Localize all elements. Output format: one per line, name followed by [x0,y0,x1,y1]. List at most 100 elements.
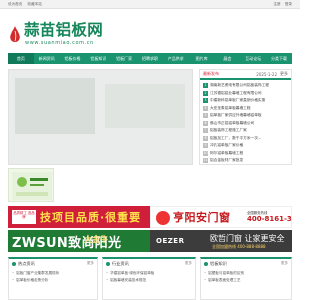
rank-badge: 6 [203,120,208,126]
rank-badge: 8 [203,135,208,141]
register-link[interactable]: 注册 [273,2,280,6]
news-item-title[interactable]: 湖南新艺瓷电有限公司铝板装饰工程 [210,82,269,90]
news-item-title[interactable]: 江苏德铝铝业幕墙工程有限公司 [210,90,262,98]
box-more-link[interactable]: 更多 [87,261,94,266]
ad-row-2: ZWSUN致尚阳光 大金牛 OEZER 欧哲门窗 让家更安全 全国加盟热线 40… [8,230,292,252]
brand-logo-icon [156,211,170,225]
latest-news-panel: 最新发布 2025-1-22 更多 1 湖南新艺瓷电有限公司铝板装饰工程 2 江苏德… [199,69,292,165]
slider-image-placeholder-secondary [105,84,185,128]
list-item[interactable]: 4 大亚圣象铝单板幕墙工程 [203,105,288,113]
news-item-title[interactable]: 佛山市正铝铝单板幕墙公司 [210,120,254,128]
list-item[interactable]: 铝单板表面处理工艺 [204,277,288,284]
ad-banner-zwsun[interactable]: ZWSUN致尚阳光 大金牛 [8,230,150,252]
box-title: 热点资讯 [18,260,35,266]
news-item-title[interactable]: 铝板装饰工程施工厂家 [210,127,247,135]
small-ad-banner[interactable] [8,168,54,202]
news-item-title[interactable]: 大亚圣象铝单板幕墙工程 [210,105,251,113]
box-list: 华建铝单板·绿色环保铝单板 铝板幕墙安装技术规范 [103,268,195,284]
list-item[interactable]: 7 铝板装饰工程施工厂家 [203,127,288,135]
knowledge-box: 铝板知识 更多 铝塑板与铝单板的区别 铝单板表面处理工艺 [200,257,292,300]
top-bar-right: 注册 登录 [270,0,292,9]
box-more-link[interactable]: 更多 [185,261,192,266]
rank-badge: 3 [203,98,208,104]
list-item[interactable]: 9 冲孔铝单板厂家价格 [203,142,288,150]
nav-item-supply[interactable]: 产品供求 [163,53,189,64]
ad-tel-number: 400-8161-322 [247,215,292,223]
image-slider[interactable] [8,69,193,165]
news-item-title[interactable]: 阿尔铝单板幕墙工程 [210,150,243,158]
bullet-icon [106,261,110,266]
box-list: 铝板门窗产业集群发展现状 铝单板价格走势分析 [9,268,97,284]
list-item[interactable]: 1 湖南新艺瓷电有限公司铝板装饰工程 [203,82,288,90]
latest-news-more-link[interactable]: 更多 [280,71,288,77]
bullet-icon [204,261,208,266]
nav-item-news[interactable]: 新闻资讯 [34,53,60,64]
rank-badge: 9 [203,143,208,149]
ad-artwork-icon [12,172,52,200]
site-header: 蒜苗铝板网 www.suanmiao.com.cn [0,9,300,46]
latest-news-title: 最新发布 [203,71,219,76]
login-link[interactable]: 登录 [285,2,292,6]
bookmark-link[interactable]: 收藏本站 [28,2,42,6]
ad-banner-text: 亨阳安门窗 [173,211,231,224]
news-item-title[interactable]: 铝板加工厂，数千平方米一次... [210,135,261,143]
ad-banner-quality[interactable]: 品质精工 选品牌 技项目品质·很重要 [8,206,150,228]
top-bar-left: 设为首页 收藏本站 [8,0,46,9]
list-item[interactable]: 11 铝合金板材厂家批发 [203,157,288,165]
nav-item-knowledge[interactable]: 铝板知识 [85,53,111,64]
list-item[interactable]: 3 中建新科铝单板厂家直销价格实惠 [203,97,288,105]
box-title: 铝板知识 [210,260,227,266]
hot-news-box: 热点资讯 更多 铝板门窗产业集群发展现状 铝单板价格走势分析 [8,257,98,300]
rank-badge: 1 [203,83,208,89]
garlic-logo-icon [10,26,20,42]
industry-news-box: 行业资讯 更多 华建铝单板·绿色环保铝单板 铝板幕墙安装技术规范 [102,257,196,300]
ad-banner-text: 技项目品质·很重要 [40,211,142,224]
list-item[interactable]: 5 铝单板厂家供应外墙幕墙铝单板 [203,112,288,120]
site-logo-url: www.suanmiao.com.cn [25,40,94,46]
list-item[interactable]: 铝板幕墙安装技术规范 [106,277,192,284]
list-item[interactable]: 铝塑板与铝单板的区别 [204,270,288,277]
list-item[interactable]: 8 铝板加工厂，数千平方米一次... [203,135,288,143]
box-more-link[interactable]: 更多 [281,261,288,266]
rank-badge: 5 [203,113,208,119]
list-item[interactable]: 2 江苏德铝铝业幕墙工程有限公司 [203,90,288,98]
nav-item-jobs[interactable]: 招聘求职 [137,53,163,64]
set-homepage-link[interactable]: 设为首页 [8,2,22,6]
nav-item-manufacturers[interactable]: 铝板厂家 [111,53,137,64]
list-item[interactable]: 10 阿尔铝单板幕墙工程 [203,150,288,158]
nav-item-price[interactable]: 铝板价格 [60,53,86,64]
bullet-icon [12,261,16,266]
ad-banner-windows[interactable]: 亨阳安门窗 全国服务热线 400-8161-322 [150,206,292,228]
list-item[interactable]: 华建铝单板·绿色环保铝单板 [106,270,192,277]
news-item-title[interactable]: 铝单板厂家供应外墙幕墙铝单板 [210,112,262,120]
latest-news-date: 2025-1-22 [256,71,277,77]
nav-item-home[interactable]: 首页 [8,53,34,64]
nav-item-gallery[interactable]: 图片库 [189,53,215,64]
ad-brand-name: OEZER [156,237,185,245]
latest-news-list: 1 湖南新艺瓷电有限公司铝板装饰工程 2 江苏德铝铝业幕墙工程有限公司 3 中建新科铝… [200,80,291,165]
news-item-title[interactable]: 铝合金板材厂家批发 [210,157,243,165]
list-item[interactable]: 6 佛山市正铝铝单板幕墙公司 [203,120,288,128]
box-header: 热点资讯 更多 [9,259,97,268]
ad-row-1: 品质精工 选品牌 技项目品质·很重要 亨阳安门窗 全国服务热线 400-8161… [8,206,292,228]
ad-banner-subtext: 大金牛 [84,235,108,244]
ad-banner-oezer[interactable]: OEZER 欧哲门窗 让家更安全 全国加盟热线 400-888-8888 [150,230,292,252]
box-list: 铝塑板与铝单板的区别 铝单板表面处理工艺 [201,268,291,284]
nav-item-downloads[interactable]: 分类下载 [266,53,292,64]
ad-badge: 品质精工 选品牌 [12,210,36,224]
list-item[interactable]: 铝板门窗产业集群发展现状 [12,270,94,277]
rank-badge: 2 [203,90,208,96]
rank-badge: 7 [203,128,208,134]
news-item-title[interactable]: 冲孔铝单板厂家价格 [210,142,243,150]
latest-news-header: 最新发布 2025-1-22 更多 [200,70,291,80]
nav-item-expo[interactable]: 展会 [215,53,241,64]
list-item[interactable]: 铝单板价格走势分析 [12,277,94,284]
news-item-title[interactable]: 中建新科铝单板厂家直销价格实惠 [210,97,265,105]
site-logo-title[interactable]: 蒜苗铝板网 [24,22,103,39]
box-header: 铝板知识 更多 [201,259,291,268]
nav-item-forum[interactable]: 互动论坛 [240,53,266,64]
ad-tel-number: 全国加盟热线 400-888-8888 [212,244,266,249]
ad-banner-slogan: 欧哲门窗 让家更安全 [210,234,285,243]
slider-image-placeholder [15,78,95,134]
main-nav: 首页 新闻资讯 铝板价格 铝板知识 铝板厂家 招聘求职 产品供求 图片库 展会 … [8,53,292,64]
